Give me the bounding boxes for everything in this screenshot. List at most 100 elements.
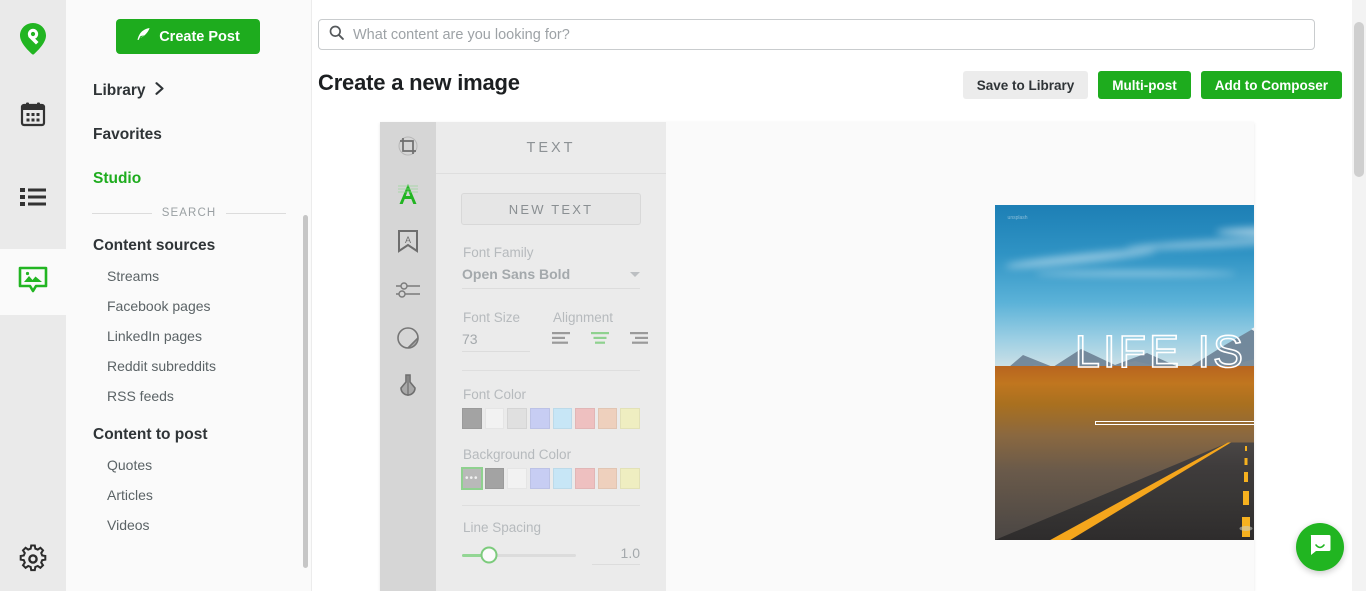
save-to-library-button[interactable]: Save to Library: [963, 71, 1089, 99]
sidebar-item-favorites[interactable]: Favorites: [66, 120, 312, 150]
color-section: Font Color Background Color •••: [436, 371, 666, 489]
create-post-label: Create Post: [159, 29, 240, 45]
nav-logo[interactable]: [0, 8, 66, 74]
sidebar-item-facebook-pages[interactable]: Facebook pages: [66, 291, 312, 321]
background-color-label: Background Color: [462, 447, 640, 462]
font-color-swatch[interactable]: [507, 408, 527, 429]
sticker-tool-button[interactable]: [380, 316, 436, 364]
font-family-select[interactable]: Open Sans Bold: [462, 266, 640, 289]
text-panel-body: Font Family Open Sans Bold Font Size Ali…: [436, 225, 666, 352]
chevron-right-icon: [155, 82, 164, 100]
line-spacing-value[interactable]: 1.0: [592, 545, 640, 565]
sidebar-item-articles[interactable]: Articles: [66, 480, 312, 510]
sliders-icon: [395, 279, 421, 306]
font-color-swatch[interactable]: [620, 408, 640, 429]
center-dash: [1243, 491, 1249, 505]
search-bar[interactable]: [318, 19, 1315, 50]
nav-list[interactable]: [0, 166, 66, 232]
nav-calendar[interactable]: [0, 83, 66, 149]
overlay-text[interactable]: LIFE IS LIKE A: [995, 326, 1254, 378]
font-color-swatch[interactable]: [575, 408, 595, 429]
font-size-input[interactable]: [462, 331, 530, 352]
cloud: [1125, 235, 1254, 251]
line-spacing-label: Line Spacing: [462, 520, 640, 535]
divider-line-right: [226, 213, 286, 214]
chevron-down-icon: [630, 272, 640, 277]
crop-tool-button[interactable]: [380, 124, 436, 172]
chat-bubble-icon: [1307, 532, 1333, 563]
page-scrollbar-thumb[interactable]: [1354, 22, 1364, 177]
transparent-dots: •••: [465, 474, 479, 484]
main-content: Create a new image Save to Library Multi…: [312, 0, 1366, 591]
line-spacing-slider[interactable]: [462, 554, 576, 557]
sidebar-item-quotes[interactable]: Quotes: [66, 450, 312, 480]
background-color-swatch[interactable]: [598, 468, 618, 489]
text-selection-box[interactable]: [1095, 421, 1254, 425]
font-color-swatch[interactable]: [553, 408, 573, 429]
nav-settings[interactable]: [0, 528, 66, 591]
canvas-area: unsplash LIFE IS LIKE A: [666, 122, 1254, 591]
calendar-icon: [20, 101, 46, 132]
align-center-button[interactable]: [591, 331, 609, 350]
divider-line-left: [92, 213, 152, 214]
font-size-label: Font Size: [462, 310, 530, 325]
list-icon: [19, 186, 47, 213]
bookmark-a-icon: A: [397, 229, 419, 260]
background-color-swatch[interactable]: [553, 468, 573, 489]
align-right-button[interactable]: [630, 331, 648, 350]
font-size-group: Font Size: [462, 310, 530, 352]
primary-nav-rail: [0, 0, 66, 591]
page-scrollbar[interactable]: [1352, 0, 1366, 591]
crop-icon: [396, 134, 420, 163]
image-watermark: unsplash: [1008, 215, 1028, 222]
cloud: [1005, 246, 1156, 270]
search-input[interactable]: [353, 27, 1304, 43]
font-color-swatch[interactable]: [530, 408, 550, 429]
sidebar-item-linkedin-pages[interactable]: LinkedIn pages: [66, 321, 312, 351]
sidebar-item-library[interactable]: Library: [66, 76, 312, 106]
road-marking-stone: [1240, 526, 1253, 531]
sidebar-scrollbar[interactable]: [303, 215, 308, 568]
nav-media[interactable]: [0, 249, 66, 315]
sidebar-item-streams[interactable]: Streams: [66, 261, 312, 291]
image-editor-card: A: [380, 122, 1254, 591]
center-dash: [1244, 472, 1248, 482]
font-color-swatches: [462, 408, 640, 429]
background-color-swatch-transparent[interactable]: •••: [462, 468, 482, 489]
label-tool-button[interactable]: A: [380, 220, 436, 268]
road-layer: [995, 442, 1254, 540]
svg-text:A: A: [405, 235, 411, 245]
alignment-label: Alignment: [552, 310, 648, 325]
sidebar-item-rss-feeds[interactable]: RSS feeds: [66, 381, 312, 411]
create-post-button[interactable]: Create Post: [116, 19, 260, 54]
background-color-swatch[interactable]: [575, 468, 595, 489]
font-color-swatch[interactable]: [485, 408, 505, 429]
background-color-swatch[interactable]: [620, 468, 640, 489]
add-to-composer-button[interactable]: Add to Composer: [1201, 71, 1342, 99]
new-text-button[interactable]: NEW TEXT: [461, 193, 641, 225]
background-color-swatch[interactable]: [507, 468, 527, 489]
center-dash: [1245, 446, 1247, 451]
image-preview[interactable]: unsplash LIFE IS LIKE A: [995, 205, 1254, 540]
background-color-swatch[interactable]: [530, 468, 550, 489]
gear-icon: [18, 544, 48, 579]
font-family-value: Open Sans Bold: [462, 266, 570, 282]
chat-launcher-button[interactable]: [1296, 523, 1344, 571]
background-color-swatches: •••: [462, 468, 640, 489]
slider-knob[interactable]: [481, 547, 498, 564]
font-color-swatch[interactable]: [462, 408, 482, 429]
adjust-tool-button[interactable]: [380, 268, 436, 316]
align-left-button[interactable]: [552, 331, 570, 350]
sidebar-item-reddit-subreddits[interactable]: Reddit subreddits: [66, 351, 312, 381]
search-divider-label: SEARCH: [162, 207, 217, 219]
text-tool-button[interactable]: [380, 172, 436, 220]
background-color-swatch[interactable]: [485, 468, 505, 489]
filter-tool-button[interactable]: [380, 364, 436, 412]
font-color-swatch[interactable]: [598, 408, 618, 429]
multi-post-button[interactable]: Multi-post: [1098, 71, 1190, 99]
sidebar-item-studio-label: Studio: [93, 170, 141, 188]
alignment-buttons: [552, 331, 648, 350]
cloud: [1216, 226, 1254, 238]
sidebar-item-studio[interactable]: Studio: [66, 164, 312, 194]
sidebar-item-videos[interactable]: Videos: [66, 510, 312, 540]
